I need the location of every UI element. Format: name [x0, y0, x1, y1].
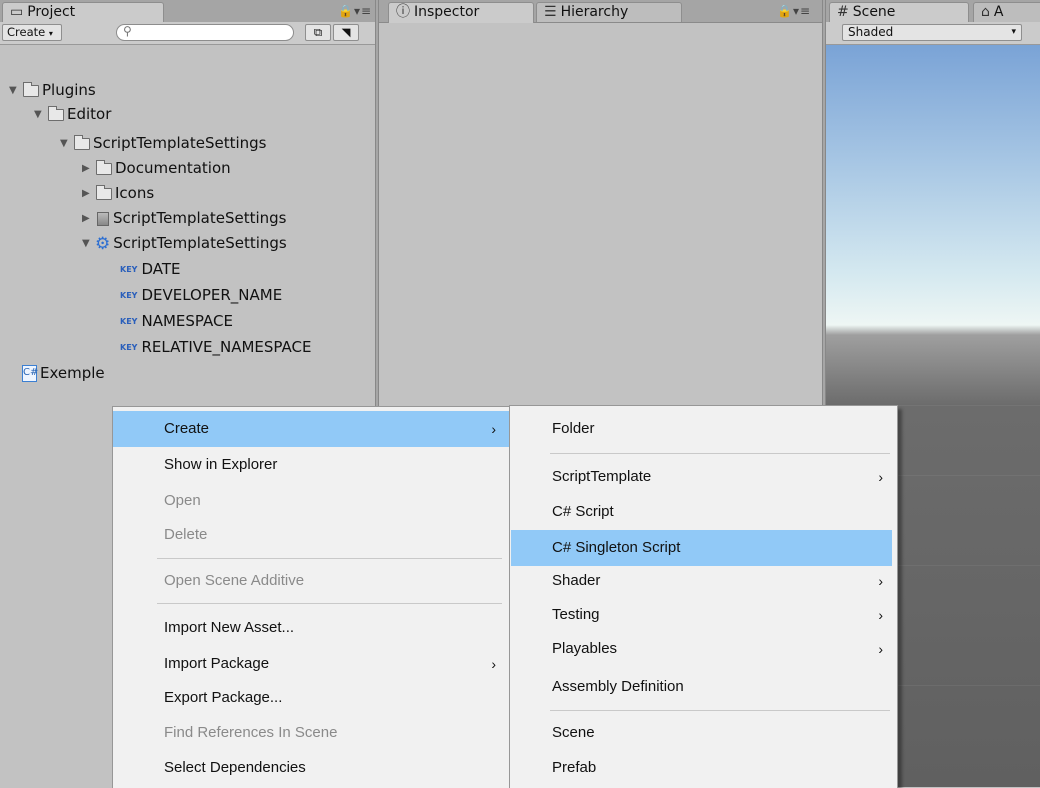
scene-tabstrip: # Scene ⌂ A	[826, 0, 1040, 23]
menu-item-scene[interactable]: Scene	[510, 715, 897, 751]
key-icon: KEY	[120, 316, 138, 326]
context-menu: Create › Show in Explorer Open Delete Ope…	[112, 406, 511, 788]
dropdown-arrow-icon: ▾	[1011, 27, 1016, 37]
project-toolbar: Create ▾ ⚲ ⧉ ◥	[0, 22, 375, 45]
menu-separator	[157, 558, 502, 559]
create-dropdown-button[interactable]: Create ▾	[2, 24, 62, 41]
scene-grid-icon: #	[837, 4, 849, 20]
filter-by-type-button[interactable]: ⧉	[305, 24, 331, 41]
dropdown-arrow-icon: ▾	[48, 29, 53, 38]
menu-separator	[550, 453, 890, 454]
menu-item-find-references[interactable]: Find References In Scene	[113, 715, 510, 751]
tree-item-plugins[interactable]: ▼ Plugins	[9, 78, 96, 102]
menu-item-select-dependencies[interactable]: Select Dependencies	[113, 750, 510, 786]
tree-item-icons[interactable]: ▶ Icons	[82, 181, 154, 205]
project-tabstrip: ▭ Project 🔒▾≡	[0, 0, 375, 23]
tree-item-scripttemplatesettings-asset[interactable]: ▼ ⚙ ScriptTemplateSettings	[82, 231, 287, 255]
menu-item-create[interactable]: Create ›	[113, 411, 510, 447]
folder-icon	[96, 159, 112, 175]
menu-item-open-scene-additive[interactable]: Open Scene Additive	[113, 563, 510, 599]
expanded-arrow-icon: ▼	[34, 108, 42, 120]
menu-item-playables[interactable]: Playables ›	[510, 631, 897, 667]
menu-separator	[550, 710, 890, 711]
tree-item-exemple[interactable]: C# Exemple	[22, 361, 105, 385]
menu-item-csharp-script[interactable]: C# Script	[510, 494, 897, 530]
menu-separator	[157, 603, 502, 604]
menu-item-delete[interactable]: Delete	[113, 517, 510, 553]
scene-toolbar: Shaded ▾	[826, 22, 1040, 45]
tab-scene[interactable]: # Scene	[829, 2, 969, 23]
tree-item-scripttemplatesettings-folder[interactable]: ▼ ScriptTemplateSettings	[60, 131, 266, 155]
folder-icon	[96, 184, 112, 200]
menu-item-scripttemplate[interactable]: ScriptTemplate ›	[510, 459, 897, 495]
key-icon: KEY	[120, 342, 138, 352]
tab-project[interactable]: ▭ Project	[2, 2, 164, 23]
folder-icon	[74, 134, 90, 150]
submenu-arrow-icon: ›	[491, 656, 496, 672]
key-icon: KEY	[120, 264, 138, 274]
collapsed-arrow-icon: ▶	[82, 162, 90, 174]
tree-item-documentation[interactable]: ▶ Documentation	[82, 156, 231, 180]
label-tag-icon: ◥	[341, 25, 351, 39]
hierarchy-icon: ☰	[544, 4, 557, 20]
search-icon: ⚲	[123, 24, 132, 38]
menu-item-import-package[interactable]: Import Package ›	[113, 646, 510, 682]
csharp-script-icon: C#	[22, 365, 38, 382]
key-icon: KEY	[120, 290, 138, 300]
create-submenu: Folder ScriptTemplate › C# Script C# Sing…	[509, 405, 898, 788]
menu-item-folder[interactable]: Folder	[510, 411, 897, 447]
menu-item-export-package[interactable]: Export Package...	[113, 680, 510, 716]
menu-item-csharp-singleton-script[interactable]: C# Singleton Script	[511, 530, 892, 566]
filter-type-icon: ⧉	[313, 25, 323, 39]
expanded-arrow-icon: ▼	[60, 137, 68, 149]
tab-hierarchy[interactable]: ☰ Hierarchy	[536, 2, 682, 22]
search-input[interactable]	[137, 25, 287, 40]
menu-item-open[interactable]: Open	[113, 483, 510, 519]
submenu-arrow-icon: ›	[878, 573, 883, 589]
tree-item-scripttemplatesettings-dll[interactable]: ▶ ScriptTemplateSettings	[82, 206, 286, 230]
search-field[interactable]: ⚲	[116, 24, 294, 41]
gear-icon: ⚙	[95, 233, 111, 254]
tree-item-key-relative-namespace[interactable]: KEY RELATIVE_NAMESPACE	[120, 335, 311, 359]
lock-menu-icon[interactable]: 🔒▾≡	[777, 4, 811, 18]
submenu-arrow-icon: ›	[878, 469, 883, 485]
collapsed-arrow-icon: ▶	[82, 187, 90, 199]
filter-by-label-button[interactable]: ◥	[333, 24, 359, 41]
submenu-arrow-icon: ›	[491, 421, 496, 437]
menu-item-import-new-asset[interactable]: Import New Asset...	[113, 610, 510, 646]
folder-icon	[48, 105, 64, 121]
expanded-arrow-icon: ▼	[82, 237, 90, 249]
menu-item-assembly-definition[interactable]: Assembly Definition	[510, 669, 897, 705]
asset-store-icon: ⌂	[981, 4, 990, 20]
expanded-arrow-icon: ▼	[9, 84, 17, 96]
tree-item-key-date[interactable]: KEY DATE	[120, 257, 181, 281]
tree-item-key-developer-name[interactable]: KEY DEVELOPER_NAME	[120, 283, 282, 307]
assembly-icon	[97, 211, 109, 226]
collapsed-arrow-icon: ▶	[82, 212, 90, 224]
folder-icon	[23, 81, 39, 97]
folder-icon: ▭	[10, 4, 24, 20]
submenu-arrow-icon: ›	[878, 607, 883, 623]
menu-item-testing[interactable]: Testing ›	[510, 597, 897, 633]
lock-menu-icon[interactable]: 🔒▾≡	[338, 4, 372, 18]
tab-inspector[interactable]: ⓘ Inspector	[388, 2, 534, 23]
inspector-tabstrip: ⓘ Inspector ☰ Hierarchy 🔒▾≡	[379, 0, 822, 23]
info-icon: ⓘ	[396, 4, 410, 20]
menu-item-shader[interactable]: Shader ›	[510, 563, 897, 599]
submenu-arrow-icon: ›	[878, 641, 883, 657]
tree-item-editor[interactable]: ▼ Editor	[34, 102, 111, 126]
menu-item-show-in-explorer[interactable]: Show in Explorer	[113, 447, 510, 483]
tree-item-key-namespace[interactable]: KEY NAMESPACE	[120, 309, 233, 333]
tab-asset-store[interactable]: ⌂ A	[973, 2, 1040, 22]
shading-mode-dropdown[interactable]: Shaded ▾	[842, 24, 1022, 41]
menu-item-prefab[interactable]: Prefab	[510, 750, 897, 786]
